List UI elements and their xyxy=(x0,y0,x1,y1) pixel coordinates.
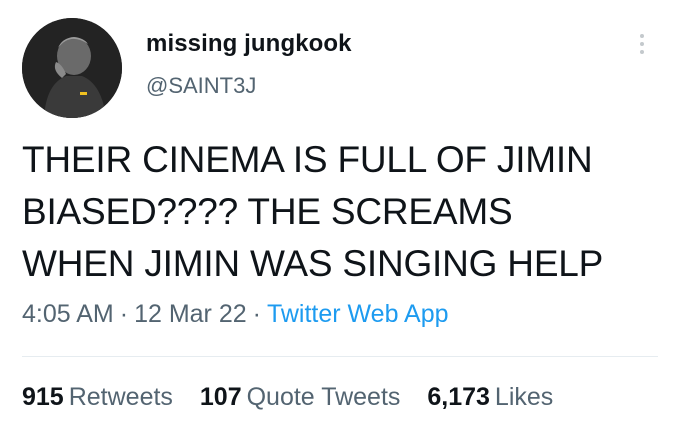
retweets-stat[interactable]: 915 Retweets xyxy=(22,383,173,411)
likes-stat[interactable]: 6,173 Likes xyxy=(427,383,553,411)
author-handle[interactable]: @SAINT3J xyxy=(146,73,256,99)
tweet-date[interactable]: 12 Mar 22 xyxy=(134,300,247,328)
avatar[interactable] xyxy=(22,18,122,118)
more-options-icon[interactable] xyxy=(632,26,652,62)
tweet-text: THEIR CINEMA IS FULL OF JIMIN BIASED????… xyxy=(22,134,662,290)
tweet-source-link[interactable]: Twitter Web App xyxy=(267,300,449,328)
author-display-name[interactable]: missing jungkook xyxy=(146,30,352,58)
quote-tweets-count: 107 xyxy=(199,383,242,411)
tweet-stats: 915 Retweets 107 Quote Tweets 6,173 Likes xyxy=(22,383,573,412)
quote-tweets-stat[interactable]: 107 Quote Tweets xyxy=(200,383,401,411)
tweet-metadata: 4:05 AM · 12 Mar 22 · Twitter Web App xyxy=(22,300,449,329)
likes-label: Likes xyxy=(494,383,554,411)
tweet-time[interactable]: 4:05 AM xyxy=(22,300,114,328)
tweet-text-line: WHEN JIMIN WAS SINGING HELP xyxy=(22,243,604,284)
tweet-card: missing jungkook @SAINT3J THEIR CINEMA I… xyxy=(0,0,679,440)
tweet-text-line: THEIR CINEMA IS FULL OF JIMIN xyxy=(22,139,593,180)
separator: · xyxy=(252,300,261,328)
retweets-count: 915 xyxy=(22,383,64,411)
quote-tweets-label: Quote Tweets xyxy=(246,383,401,411)
divider xyxy=(22,356,658,357)
likes-count: 6,173 xyxy=(427,383,490,411)
separator: · xyxy=(119,300,129,328)
retweets-label: Retweets xyxy=(68,383,173,411)
tweet-text-line: BIASED???? THE SCREAMS xyxy=(22,191,513,232)
profile-photo-icon xyxy=(22,18,122,118)
